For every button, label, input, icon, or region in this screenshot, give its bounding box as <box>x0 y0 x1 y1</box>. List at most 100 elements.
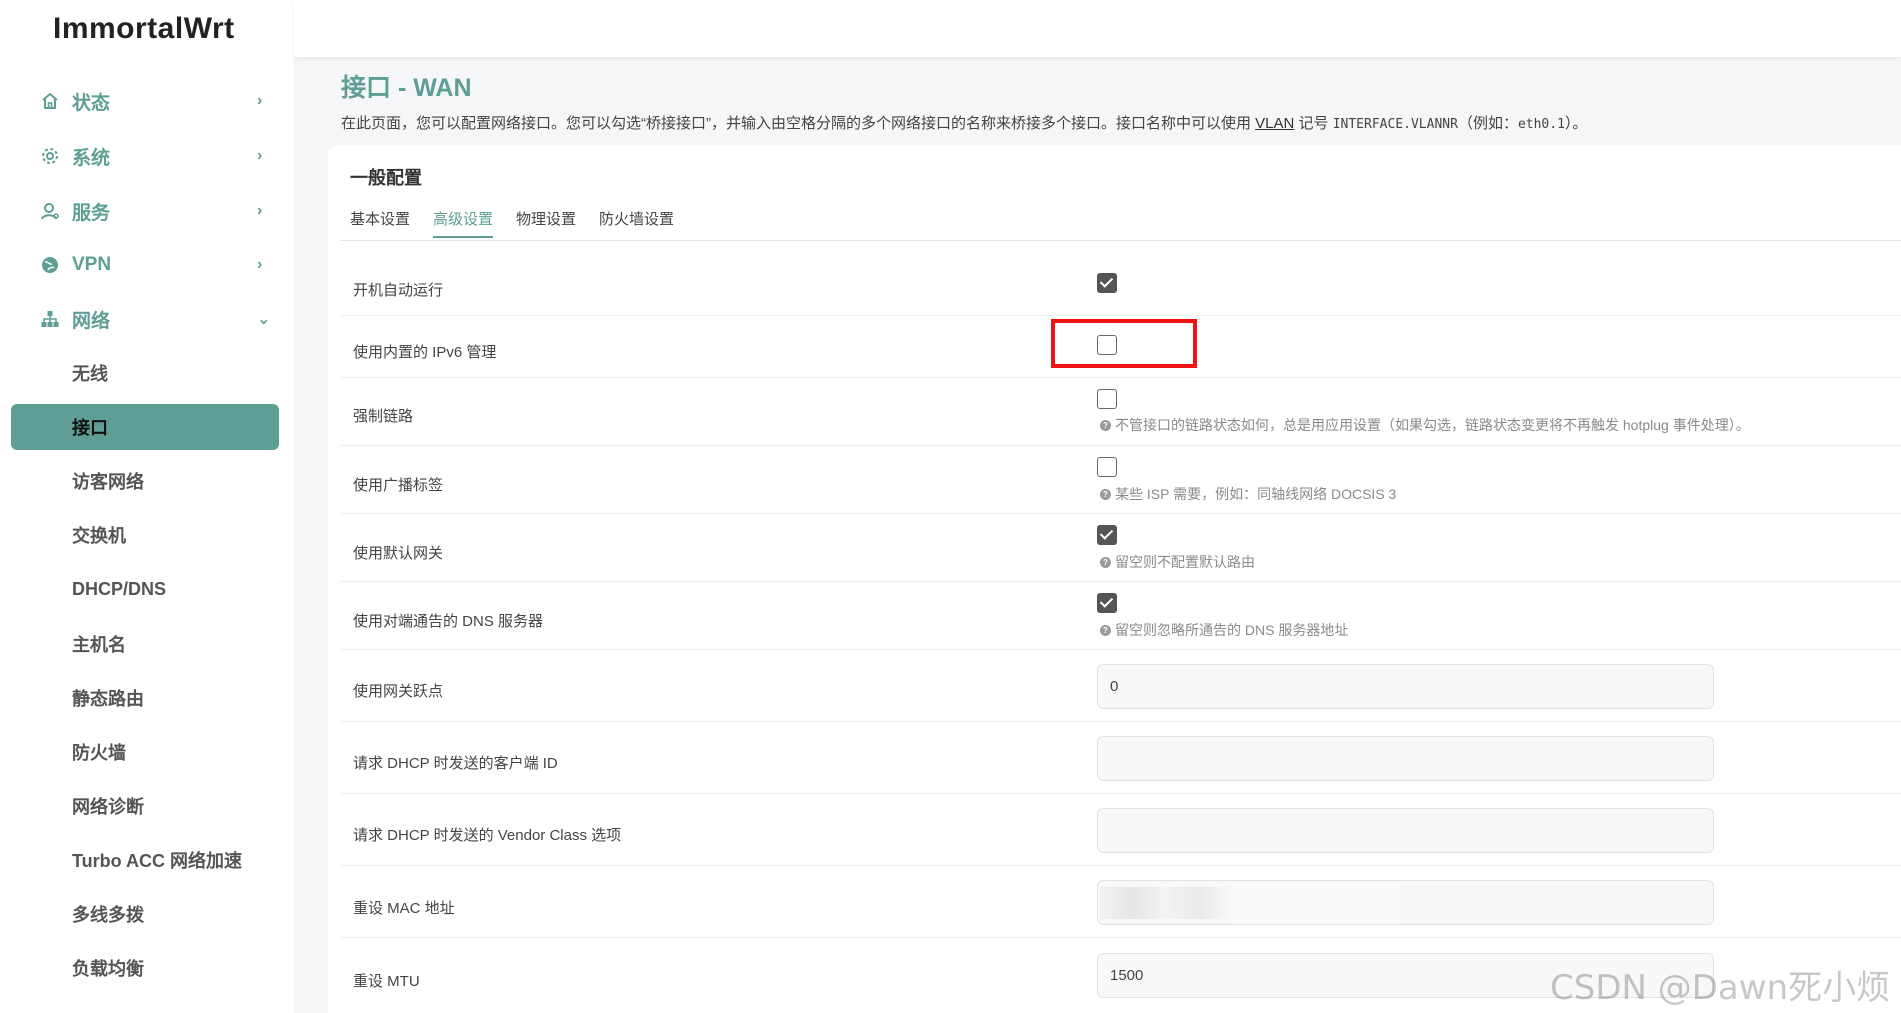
nav-sub-label: 多线多拨 <box>72 905 144 925</box>
broadcast-flag-checkbox[interactable] <box>1097 457 1117 477</box>
nav-sub-load-balancing[interactable]: 负载均衡 <box>11 945 279 991</box>
tab-basic[interactable]: 基本设置 <box>350 208 410 229</box>
client-id-input[interactable] <box>1097 736 1714 781</box>
home-icon <box>38 89 62 113</box>
chevron-right-icon: › <box>257 147 263 164</box>
hint-text: 留空则忽略所通告的 DNS 服务器地址 <box>1115 622 1349 638</box>
row-divider <box>340 865 1901 866</box>
desc-text: 在此页面，您可以配置网络接口。您可以勾选“桥接接口”，并输入由空格分隔的多个网络… <box>341 115 1256 132</box>
nav-services-label: 服务 <box>72 202 111 224</box>
gateway-metric-input[interactable]: 0 <box>1097 664 1714 709</box>
section-title: 一般配置 <box>350 168 422 188</box>
top-header-bar <box>294 0 1901 57</box>
nav-sub-label: 静态路由 <box>72 689 144 709</box>
row-divider <box>340 315 1901 316</box>
nav-status-label: 状态 <box>72 92 111 114</box>
help-icon: ? <box>1100 419 1111 431</box>
row-label-autostart: 开机自动运行 <box>353 282 444 299</box>
ipv6-management-checkbox[interactable] <box>1097 335 1117 355</box>
nav-sub-label: 接口 <box>72 418 108 438</box>
row-divider <box>340 793 1901 794</box>
redacted-overlay <box>1230 881 1400 921</box>
vendor-class-input[interactable] <box>1097 808 1714 853</box>
nav-sub-switch[interactable]: 交换机 <box>11 512 279 558</box>
nav-sub-label: 网络诊断 <box>72 797 144 817</box>
nav-sub-label: 交换机 <box>72 526 126 546</box>
desc-text: 记号 <box>1294 115 1333 132</box>
nav-network-label: 网络 <box>72 310 111 332</box>
nav-vpn[interactable]: VPN › <box>0 242 294 288</box>
row-divider <box>340 937 1901 938</box>
default-gateway-hint: ? 留空则不配置默认路由 <box>1100 552 1255 572</box>
row-label-broadcast-flag: 使用广播标签 <box>353 477 444 494</box>
nav-sub-static-routes[interactable]: 静态路由 <box>11 675 279 721</box>
brand-logo[interactable]: ImmortalWrt <box>53 12 235 46</box>
nav-sub-label: 访客网络 <box>72 472 144 492</box>
nav-sub-label: Turbo ACC 网络加速 <box>72 851 242 871</box>
row-divider <box>340 513 1901 514</box>
nav-sub-turbo-acc[interactable]: Turbo ACC 网络加速 <box>11 837 279 883</box>
row-label-mac-address: 重设 MAC 地址 <box>353 900 455 917</box>
row-label-client-id: 请求 DHCP 时发送的客户端 ID <box>353 755 558 772</box>
vlan-link[interactable]: VLAN <box>1255 115 1294 132</box>
force-link-hint: ? 不管接口的链路状态如何，总是用应用设置（如果勾选，链路状态变更将不再触发 ho… <box>1100 415 1750 435</box>
row-label-mtu: 重设 MTU <box>353 973 420 990</box>
nav-sub-multiwan[interactable]: 多线多拨 <box>11 891 279 937</box>
row-label-force-link: 强制链路 <box>353 408 414 425</box>
nav-sub-label: DHCP/DNS <box>72 578 167 599</box>
tabs-divider <box>340 240 1901 241</box>
tab-physical[interactable]: 物理设置 <box>516 208 576 229</box>
page-description: 在此页面，您可以配置网络接口。您可以勾选“桥接接口”，并输入由空格分隔的多个网络… <box>341 112 1587 133</box>
help-icon: ? <box>1100 488 1111 500</box>
nav-sub-interfaces[interactable]: 接口 <box>11 404 279 450</box>
row-label-default-gateway: 使用默认网关 <box>353 545 444 562</box>
desc-text: （例如： <box>1457 115 1518 132</box>
force-link-checkbox[interactable] <box>1097 389 1117 409</box>
hint-text: 留空则不配置默认路由 <box>1115 554 1255 570</box>
tab-advanced[interactable]: 高级设置 <box>433 208 494 238</box>
row-divider <box>340 649 1901 650</box>
nav-sub-guest-network[interactable]: 访客网络 <box>11 458 279 504</box>
row-divider <box>340 581 1901 582</box>
broadcast-flag-hint: ? 某些 ISP 需要，例如：同轴线网络 DOCSIS 3 <box>1100 484 1396 504</box>
hint-text: 某些 ISP 需要，例如：同轴线网络 DOCSIS 3 <box>1115 486 1397 502</box>
nav-network[interactable]: 网络 ⌄ <box>0 296 294 342</box>
nav-system-label: 系统 <box>72 147 111 169</box>
nav-services[interactable]: 服务 › <box>0 188 294 234</box>
autostart-checkbox[interactable] <box>1097 273 1117 293</box>
nav-vpn-label: VPN <box>72 254 112 275</box>
tab-firewall[interactable]: 防火墙设置 <box>599 208 674 229</box>
peer-dns-checkbox[interactable] <box>1097 593 1117 613</box>
nav-system[interactable]: 系统 › <box>0 133 294 179</box>
gear-icon <box>38 144 62 168</box>
nav-sub-diagnostics[interactable]: 网络诊断 <box>11 783 279 829</box>
default-gateway-checkbox[interactable] <box>1097 525 1117 545</box>
hint-text: 不管接口的链路状态如何，总是用应用设置（如果勾选，链路状态变更将不再触发 hot… <box>1115 417 1750 433</box>
peer-dns-hint: ? 留空则忽略所通告的 DNS 服务器地址 <box>1100 620 1348 640</box>
desc-text: ）。 <box>1564 115 1588 132</box>
desc-code: eth0.1 <box>1517 117 1565 132</box>
nav-sub-firewall[interactable]: 防火墙 <box>11 729 279 775</box>
nav-sub-label: 防火墙 <box>72 743 126 763</box>
user-icon <box>38 199 62 223</box>
nav-sub-wireless[interactable]: 无线 <box>11 350 279 396</box>
watermark: CSDN @Dawn死小烦 <box>1550 968 1891 1008</box>
row-divider <box>340 445 1901 446</box>
network-icon <box>38 307 62 331</box>
nav-sub-dhcp-dns[interactable]: DHCP/DNS <box>11 566 279 612</box>
row-divider <box>340 377 1901 378</box>
desc-code: INTERFACE.VLANNR <box>1332 117 1458 132</box>
row-label-vendor-class: 请求 DHCP 时发送的 Vendor Class 选项 <box>353 827 622 844</box>
nav-sub-label: 负载均衡 <box>72 959 144 979</box>
nav-sub-label: 无线 <box>72 364 108 384</box>
redacted-mac-blur <box>1100 887 1230 919</box>
chevron-right-icon: › <box>257 92 263 109</box>
chevron-down-icon: ⌄ <box>257 311 271 328</box>
sidebar: ImmortalWrt 状态 › 系统 › 服务 › VPN › 网络 ⌄ 无线… <box>0 0 294 1013</box>
row-divider <box>340 721 1901 722</box>
chevron-right-icon: › <box>257 202 263 219</box>
nav-sub-label: 主机名 <box>72 635 126 655</box>
nav-status[interactable]: 状态 › <box>0 78 294 124</box>
help-icon: ? <box>1100 556 1111 568</box>
nav-sub-hostnames[interactable]: 主机名 <box>11 621 279 667</box>
